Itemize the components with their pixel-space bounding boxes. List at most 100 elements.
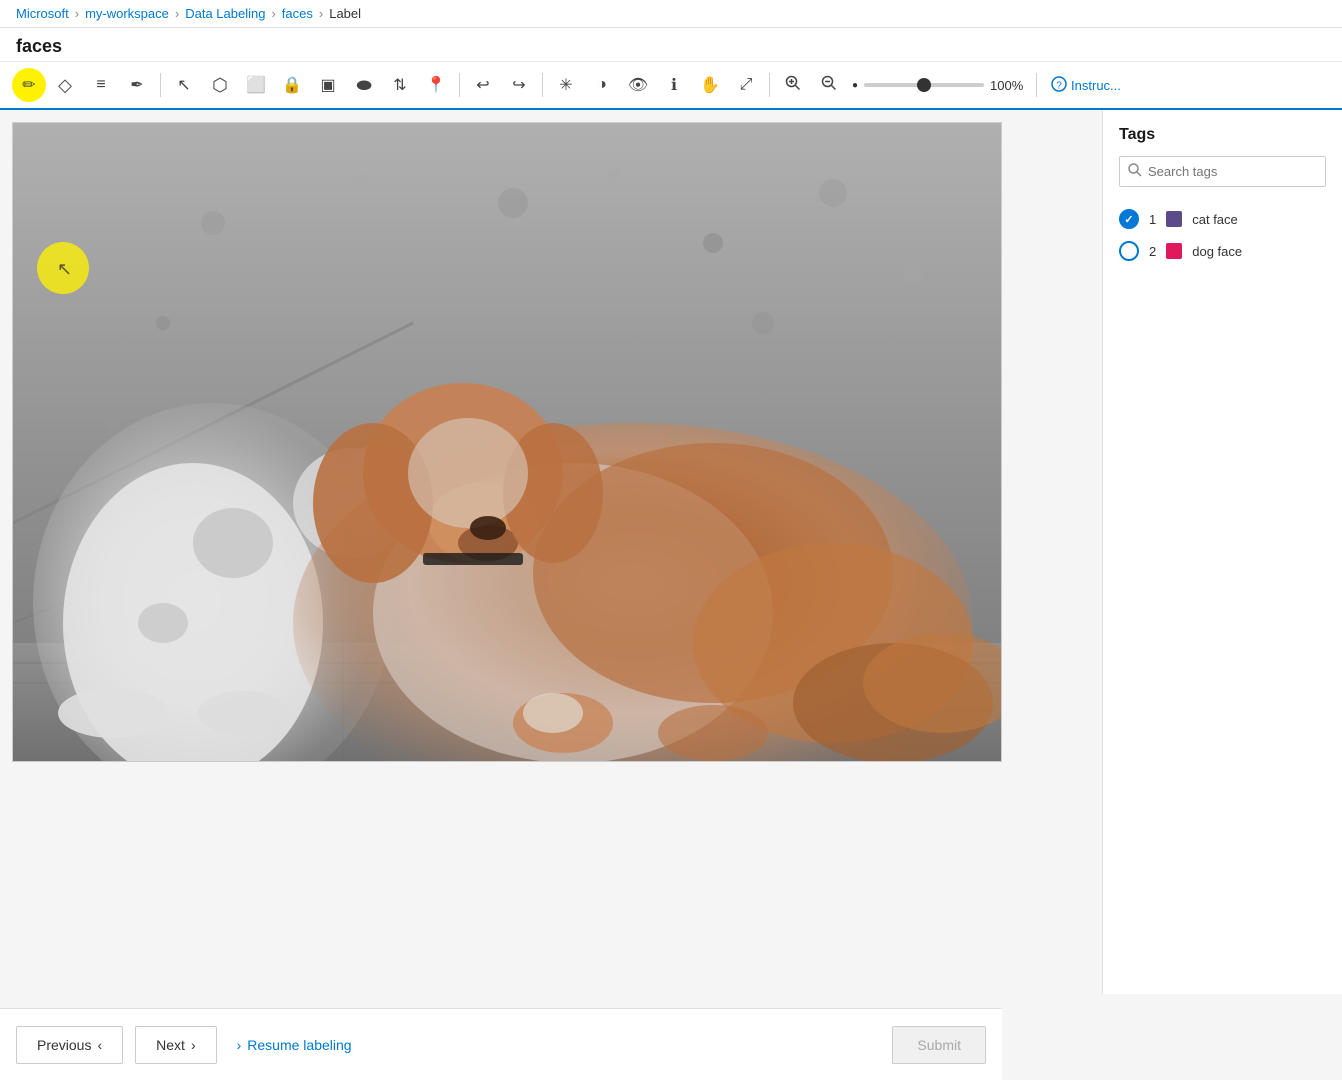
tag-radio-cat-face[interactable] <box>1119 209 1139 229</box>
previous-button[interactable]: Previous ‹ <box>16 1026 123 1064</box>
pin-tool-button[interactable]: 📍 <box>419 68 453 102</box>
lock-tool-button[interactable]: 🔒 <box>275 68 309 102</box>
submit-label: Submit <box>917 1037 961 1053</box>
zoom-control: ● 100% <box>852 78 1030 93</box>
frame-tool-button[interactable]: ▣ <box>311 68 345 102</box>
lasso-tool-button[interactable]: ⬬ <box>347 68 381 102</box>
pin-icon: 📍 <box>426 75 446 95</box>
eye-button[interactable]: 👁 <box>621 68 655 102</box>
eraser-tool-button[interactable]: ◇ <box>48 68 82 102</box>
label-image: ↖ <box>13 123 1002 762</box>
zoom-out-icon <box>821 75 837 96</box>
polygon-tool-button[interactable]: ⬡ <box>203 68 237 102</box>
info-icon: ℹ <box>671 75 677 95</box>
search-tags-input[interactable] <box>1148 164 1317 179</box>
brightness-button[interactable]: ✳ <box>549 68 583 102</box>
tag-number-1: 1 <box>1149 212 1156 227</box>
pencil-tool-button[interactable]: ✏ <box>12 68 46 102</box>
eye-icon: 👁 <box>628 75 648 95</box>
toolbar-separator-3 <box>542 73 543 97</box>
bottom-navigation: Previous ‹ Next › › Resume labeling Subm… <box>0 1008 1002 1080</box>
tag-label-dog-face: dog face <box>1192 244 1242 259</box>
flip-tool-button[interactable]: ⇅ <box>383 68 417 102</box>
eyedropper-icon: ✒ <box>130 75 143 95</box>
zoom-in-button[interactable] <box>776 68 810 102</box>
expand-button[interactable]: ⤢ <box>729 68 763 102</box>
frame-icon: ▣ <box>320 75 335 95</box>
rect-tool-button[interactable]: ⬜ <box>239 68 273 102</box>
search-icon <box>1128 163 1142 180</box>
breadcrumb-microsoft[interactable]: Microsoft <box>16 6 69 21</box>
select-tool-button[interactable]: ↖ <box>167 68 201 102</box>
help-label: Instruc... <box>1071 78 1121 93</box>
help-button[interactable]: ? Instruc... <box>1051 76 1121 95</box>
zoom-slider[interactable] <box>864 83 984 87</box>
pan-icon: ✋ <box>700 75 720 95</box>
breadcrumb-workspace[interactable]: my-workspace <box>85 6 169 21</box>
eraser-icon: ◇ <box>58 75 72 96</box>
submit-button[interactable]: Submit <box>892 1026 986 1064</box>
help-icon: ? <box>1051 76 1067 95</box>
tag-number-2: 2 <box>1149 244 1156 259</box>
svg-text:↖: ↖ <box>57 259 72 279</box>
lock-icon: 🔒 <box>282 75 302 95</box>
select-icon: ↖ <box>177 75 190 95</box>
tag-color-cat-face <box>1166 211 1182 227</box>
breadcrumb-sep-2: › <box>175 6 179 21</box>
info-button[interactable]: ℹ <box>657 68 691 102</box>
toolbar-separator-2 <box>459 73 460 97</box>
lasso-icon: ⬬ <box>356 75 371 96</box>
tags-search-box[interactable] <box>1119 156 1326 187</box>
next-button[interactable]: Next › <box>135 1026 216 1064</box>
brightness-icon: ✳ <box>559 75 572 95</box>
tag-radio-dog-face[interactable] <box>1119 241 1139 261</box>
flip-icon: ⇅ <box>393 75 406 95</box>
previous-icon: ‹ <box>97 1037 102 1053</box>
zoom-out-button[interactable] <box>812 68 846 102</box>
toolbar-separator-5 <box>1036 73 1037 97</box>
breadcrumb-faces[interactable]: faces <box>282 6 313 21</box>
breadcrumb-sep-1: › <box>75 6 79 21</box>
breadcrumb-label: Label <box>329 6 361 21</box>
toolbar: ✏ ◇ ≡ ✒ ↖ ⬡ ⬜ 🔒 ▣ ⬬ ⇅ 📍 ↩ ↪ ✳ ◑ <box>0 62 1342 110</box>
undo-button[interactable]: ↩ <box>466 68 500 102</box>
zoom-in-icon <box>785 75 801 96</box>
redo-button[interactable]: ↪ <box>502 68 536 102</box>
main-area: ↖ Tags 1 cat face 2 dog <box>0 110 1342 994</box>
tag-label-cat-face: cat face <box>1192 212 1238 227</box>
previous-label: Previous <box>37 1037 91 1053</box>
canvas-area: ↖ <box>0 110 1102 994</box>
expand-icon: ⤢ <box>740 76 753 94</box>
resume-labeling-button[interactable]: › Resume labeling <box>229 1027 360 1063</box>
breadcrumb-sep-4: › <box>319 6 323 21</box>
toolbar-separator-1 <box>160 73 161 97</box>
tag-item-cat-face[interactable]: 1 cat face <box>1119 203 1326 235</box>
menu-icon: ≡ <box>96 76 105 94</box>
zoom-value: 100% <box>990 78 1030 93</box>
toolbar-separator-4 <box>769 73 770 97</box>
contrast-icon: ◑ <box>597 76 607 94</box>
svg-text:?: ? <box>1056 80 1062 91</box>
tags-panel: Tags 1 cat face 2 dog face <box>1102 110 1342 994</box>
undo-icon: ↩ <box>476 75 489 95</box>
redo-icon: ↪ <box>512 75 525 95</box>
next-label: Next <box>156 1037 185 1053</box>
breadcrumb-data-labeling[interactable]: Data Labeling <box>185 6 265 21</box>
polygon-icon: ⬡ <box>212 75 228 96</box>
pan-button[interactable]: ✋ <box>693 68 727 102</box>
tags-title: Tags <box>1119 126 1326 144</box>
pencil-icon: ✏ <box>22 75 35 95</box>
contrast-button[interactable]: ◑ <box>585 68 619 102</box>
rect-icon: ⬜ <box>246 75 266 95</box>
resume-label: Resume labeling <box>247 1037 351 1053</box>
eyedropper-tool-button[interactable]: ✒ <box>120 68 154 102</box>
zoom-min-icon: ● <box>852 80 858 91</box>
tag-color-dog-face <box>1166 243 1182 259</box>
breadcrumb-sep-3: › <box>271 6 275 21</box>
tag-item-dog-face[interactable]: 2 dog face <box>1119 235 1326 267</box>
next-icon: › <box>191 1037 196 1053</box>
image-canvas[interactable]: ↖ <box>12 122 1002 762</box>
menu-tool-button[interactable]: ≡ <box>84 68 118 102</box>
page-title: faces <box>0 28 1342 62</box>
breadcrumb: Microsoft › my-workspace › Data Labeling… <box>0 0 1342 28</box>
